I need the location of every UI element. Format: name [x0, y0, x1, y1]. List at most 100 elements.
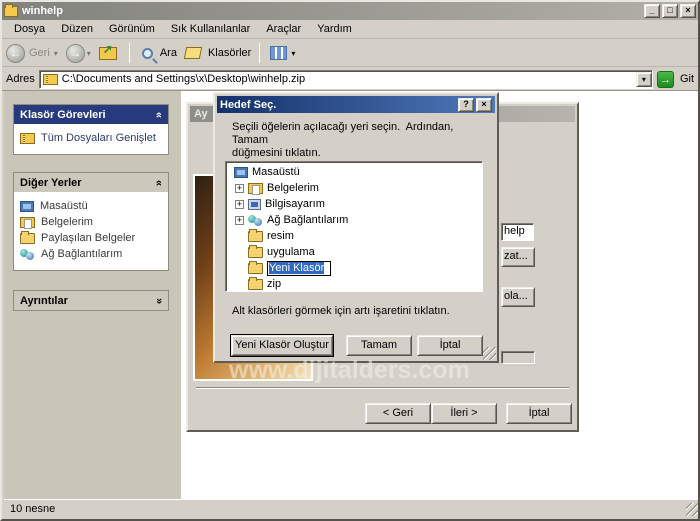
folder-tree[interactable]: Masaüstü + Belgelerim + Bilgisayarım + A…	[225, 161, 483, 292]
maximize-button[interactable]: □	[662, 4, 678, 18]
close-button[interactable]: ×	[680, 4, 696, 18]
green-go-arrow-icon[interactable]: →	[657, 71, 674, 88]
wizard-separator	[196, 387, 569, 389]
folder-name-edit-input[interactable]: Yeni Klasör	[267, 261, 331, 276]
menu-araclar[interactable]: Araçlar	[258, 21, 309, 37]
minimize-button[interactable]: _	[644, 4, 660, 18]
window-titlebar: winhelp _ □ ×	[2, 2, 698, 20]
tree-item-label: resim	[267, 230, 294, 242]
dialog-resize-grip[interactable]	[483, 347, 496, 360]
folders-button-label[interactable]: Klasörler	[208, 47, 251, 59]
menu-yardim[interactable]: Yardım	[309, 21, 360, 37]
destination-path-input[interactable]: help	[501, 223, 534, 241]
select-destination-dialog: Hedef Seç. ? × Seçili öğelerin açılacağı…	[213, 92, 499, 363]
sidebar-item-label: Ağ Bağlantılarım	[41, 248, 122, 260]
tree-item-zip[interactable]: zip	[228, 276, 482, 292]
zip-folder-icon	[43, 74, 58, 85]
folder-icon	[248, 247, 263, 258]
progress-bar	[501, 351, 535, 364]
expand-plus-icon[interactable]: +	[235, 200, 244, 209]
tree-item-label: uygulama	[267, 246, 315, 258]
folder-tasks-header[interactable]: Klasör Görevleri »	[14, 105, 168, 124]
zip-folder-icon	[20, 133, 35, 144]
forward-arrow-circle-icon[interactable]: →	[66, 44, 85, 63]
other-places-header[interactable]: Diğer Yerler »	[14, 173, 168, 192]
search-button-label[interactable]: Ara	[160, 47, 177, 59]
views-dropdown-icon[interactable]: ▾	[291, 49, 295, 58]
status-text: 10 nesne	[10, 503, 55, 515]
views-grid-icon[interactable]	[270, 46, 287, 60]
selected-text: Yeni Klasör	[269, 262, 324, 274]
other-places-panel: Diğer Yerler » Masaüstü Belgelerim Payla…	[13, 172, 169, 271]
window-resize-grip[interactable]	[686, 503, 699, 516]
wizard-back-button[interactable]: < Geri	[365, 403, 431, 424]
sidebar-item-my-documents[interactable]: Belgelerim	[20, 214, 164, 230]
magnifier-icon[interactable]	[142, 48, 153, 59]
chevron-up-icon[interactable]: »	[153, 111, 165, 117]
documents-folder-icon	[248, 183, 263, 194]
chevron-up-icon[interactable]: »	[153, 179, 165, 185]
menu-dosya[interactable]: Dosya	[6, 21, 53, 37]
wizard-next-button[interactable]: İleri >	[431, 403, 497, 424]
chevron-down-icon[interactable]: »	[153, 297, 165, 303]
folder-tasks-title: Klasör Görevleri	[20, 109, 106, 121]
tree-item-label: zip	[267, 278, 281, 290]
dialog-titlebar[interactable]: Hedef Seç. ? ×	[217, 96, 495, 113]
status-bar: 10 nesne	[4, 499, 700, 517]
tree-item-label: Masaüstü	[252, 166, 300, 178]
folder-icon	[20, 233, 35, 244]
tree-item-resim[interactable]: resim	[228, 228, 482, 244]
menu-sik-kullanilanlar[interactable]: Sık Kullanılanlar	[163, 21, 259, 37]
details-header[interactable]: Ayrıntılar »	[14, 291, 168, 310]
wizard-title: Ay	[194, 108, 208, 120]
menu-duzen[interactable]: Düzen	[53, 21, 101, 37]
forward-dropdown-icon[interactable]: ▾	[87, 49, 91, 58]
dialog-instruction: Seçili öğelerin açılacağı yeri seçin. Ar…	[232, 121, 488, 160]
tree-item-my-computer[interactable]: + Bilgisayarım	[228, 196, 482, 212]
up-folder-icon[interactable]	[99, 47, 117, 60]
network-icon	[248, 215, 263, 226]
sidebar-item-desktop[interactable]: Masaüstü	[20, 198, 164, 214]
toolbar: ← Geri ▾ → ▾ Ara Klasörler ▾	[2, 40, 698, 67]
sidebar-item-label: Belgelerim	[41, 216, 93, 228]
computer-icon	[248, 199, 261, 210]
browse-button[interactable]: zat...	[501, 247, 535, 267]
sidebar-item-label: Masaüstü	[40, 200, 88, 212]
back-arrow-circle-icon[interactable]: ←	[6, 44, 25, 63]
expand-plus-icon[interactable]: +	[235, 216, 244, 225]
help-icon[interactable]: ?	[458, 98, 474, 112]
tree-item-label: Bilgisayarım	[265, 198, 325, 210]
sidebar-item-shared-documents[interactable]: Paylaşılan Belgeler	[20, 230, 164, 246]
sidebar-item-label: Paylaşılan Belgeler	[41, 232, 135, 244]
address-dropdown-icon[interactable]: ▾	[636, 72, 652, 87]
folder-icon	[248, 231, 263, 242]
address-value[interactable]: C:\Documents and Settings\x\Desktop\winh…	[62, 73, 636, 85]
go-button-label[interactable]: Git	[680, 73, 694, 85]
tree-item-desktop[interactable]: Masaüstü	[228, 164, 482, 180]
details-title: Ayrıntılar	[20, 295, 68, 307]
sidebar-item-network[interactable]: Ağ Bağlantılarım	[20, 246, 164, 262]
dialog-cancel-button[interactable]: İptal	[417, 335, 483, 356]
open-folder-icon[interactable]	[184, 47, 203, 59]
ok-button[interactable]: Tamam	[346, 335, 412, 356]
explorer-window: winhelp _ □ × Dosya Düzen Görünüm Sık Ku…	[0, 0, 700, 521]
other-places-title: Diğer Yerler	[20, 177, 82, 189]
sidebar-item-extract-all[interactable]: Tüm Dosyaları Genişlet	[20, 130, 164, 146]
menu-gorunum[interactable]: Görünüm	[101, 21, 163, 37]
tree-item-my-documents[interactable]: + Belgelerim	[228, 180, 482, 196]
address-combo[interactable]: C:\Documents and Settings\x\Desktop\winh…	[39, 70, 653, 89]
close-icon[interactable]: ×	[476, 98, 492, 112]
back-dropdown-icon[interactable]: ▾	[54, 49, 58, 58]
address-label: Adres	[6, 73, 35, 85]
tree-item-new-folder-editing[interactable]: Yeni Klasör	[228, 260, 482, 276]
folder-icon	[248, 263, 263, 274]
desktop-icon	[20, 201, 34, 212]
menu-bar: Dosya Düzen Görünüm Sık Kullanılanlar Ar…	[2, 20, 698, 39]
new-folder-button[interactable]: Yeni Klasör Oluştur	[231, 335, 333, 356]
password-button[interactable]: ola...	[501, 287, 535, 307]
tree-item-network[interactable]: + Ağ Bağlantılarım	[228, 212, 482, 228]
back-button-label[interactable]: Geri	[29, 47, 50, 59]
expand-plus-icon[interactable]: +	[235, 184, 244, 193]
tree-item-uygulama[interactable]: uygulama	[228, 244, 482, 260]
wizard-cancel-button[interactable]: İptal	[506, 403, 572, 424]
